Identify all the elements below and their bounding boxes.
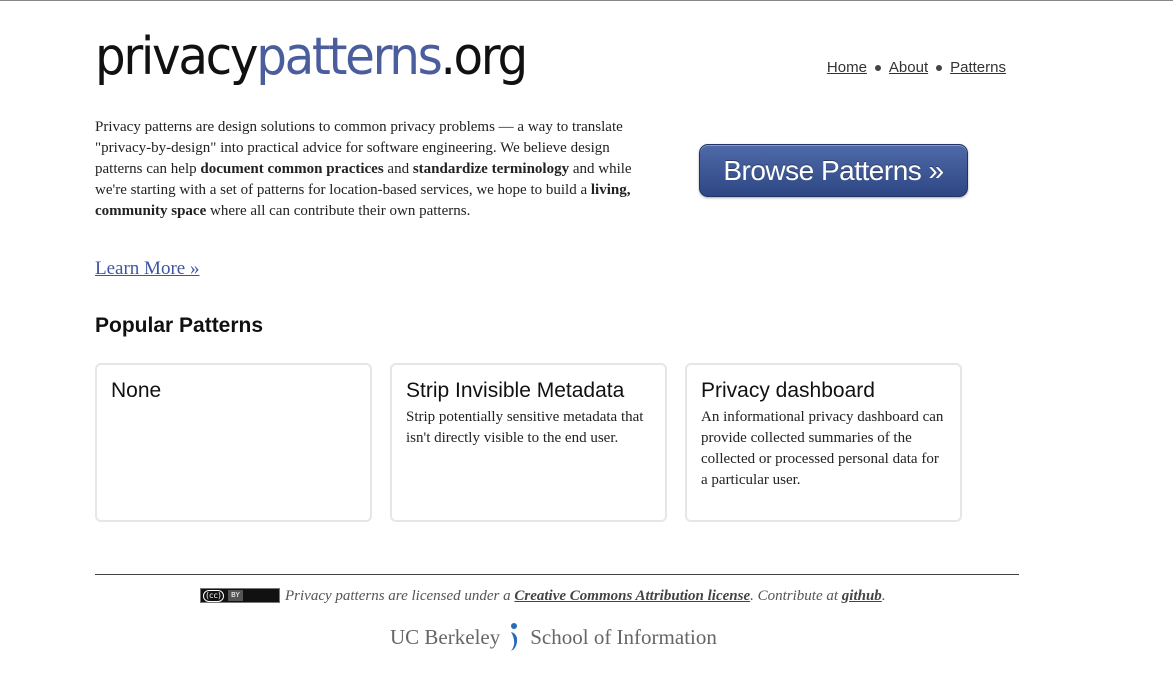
pattern-card-description: An informational privacy dashboard can p… (701, 409, 944, 488)
popular-patterns-heading: Popular Patterns (95, 314, 264, 337)
nav-separator-dot (936, 64, 943, 71)
uc-berkeley-logo[interactable]: UC Berkeley School of Information (390, 622, 717, 652)
cc-by-badge-icon[interactable]: (cc) BY (200, 588, 280, 603)
intro-text: and (383, 161, 413, 177)
nav-home-link[interactable]: Home (827, 59, 867, 76)
license-end: . (881, 588, 886, 604)
logo-text-patterns: patterns (256, 27, 443, 87)
nav-about-link[interactable]: About (889, 59, 928, 76)
license-notice: (cc) BY Privacy patterns are licensed un… (200, 588, 886, 605)
license-text: Privacy patterns are licensed under a (285, 588, 511, 604)
pattern-card-title[interactable]: None (111, 378, 356, 404)
pattern-card-title[interactable]: Strip Invisible Metadata (406, 378, 651, 404)
intro-paragraph: Privacy patterns are design solutions to… (95, 117, 640, 222)
browse-patterns-button[interactable]: Browse Patterns » (699, 144, 968, 197)
logo-text-privacy: privacy (95, 27, 259, 87)
contribute-text: . Contribute at (750, 588, 839, 604)
pattern-card-title[interactable]: Privacy dashboard (701, 378, 946, 404)
ucb-right-text: School of Information (530, 624, 717, 649)
creative-commons-link[interactable]: Creative Commons Attribution license (514, 588, 750, 605)
intro-emphasis: document common practices (200, 161, 384, 177)
main-nav: Home About Patterns (827, 59, 1006, 76)
cc-badge-text: (cc) (203, 589, 225, 602)
intro-text: where all can contribute their own patte… (206, 203, 471, 219)
pattern-card[interactable]: Privacy dashboard An informational priva… (685, 363, 962, 522)
pattern-card[interactable]: None (95, 363, 372, 522)
learn-more-link[interactable]: Learn More » (95, 258, 199, 280)
pattern-card[interactable]: Strip Invisible Metadata Strip potential… (390, 363, 667, 522)
footer-divider (95, 574, 1019, 575)
ischool-i-icon (511, 623, 518, 651)
nav-patterns-link[interactable]: Patterns (950, 59, 1006, 76)
site-logo[interactable]: privacypatterns.org (95, 24, 528, 90)
by-badge-text: BY (228, 590, 243, 601)
top-border (0, 0, 1173, 1)
logo-text-org: .org (440, 27, 528, 87)
github-link[interactable]: github (842, 588, 882, 605)
ucb-left-text: UC Berkeley (390, 624, 501, 649)
nav-separator-dot (874, 64, 881, 71)
pattern-card-description: Strip potentially sensitive metadata tha… (406, 409, 644, 446)
intro-emphasis: standardize terminology (412, 161, 570, 177)
